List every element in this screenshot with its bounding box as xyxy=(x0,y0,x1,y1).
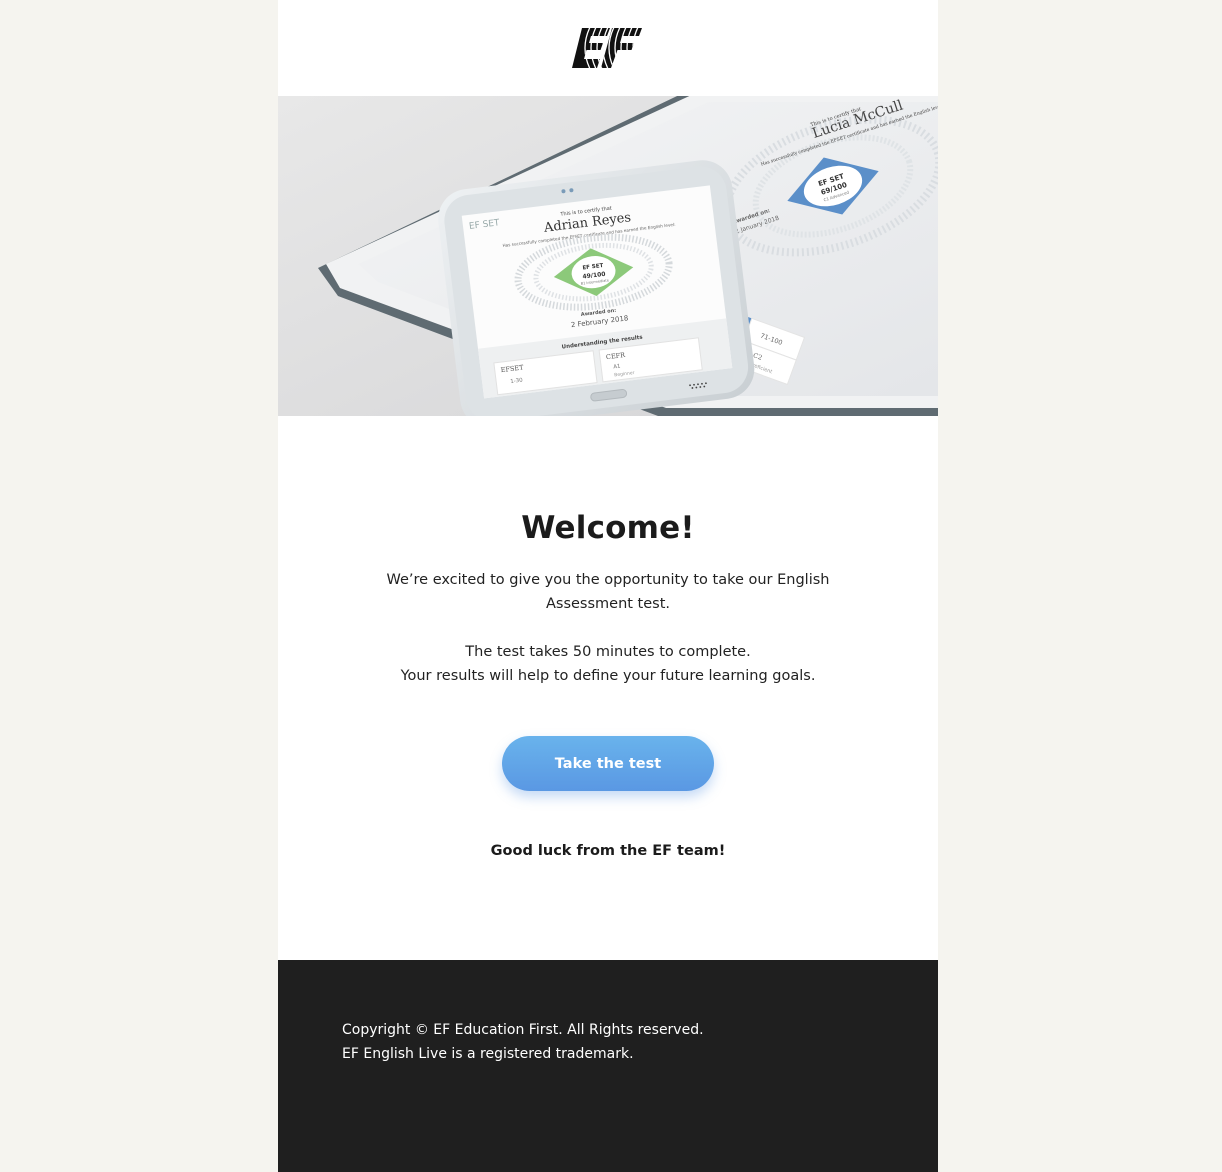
phone-device: EF SET This is to certify that Adrian Re… xyxy=(438,160,755,416)
hero-image: EF SET 69/100 C1 Advanced This is to cer… xyxy=(278,96,938,416)
take-test-button[interactable]: Take the test xyxy=(502,736,714,791)
main-content: Welcome! We’re excited to give you the o… xyxy=(278,416,938,960)
copyright-text: Copyright © EF Education First. All Righ… xyxy=(342,1022,704,1062)
phone-col2-value: A1 xyxy=(613,364,621,371)
page-title: Welcome! xyxy=(521,510,695,546)
intro-text: We’re excited to give you the opportunit… xyxy=(386,572,830,612)
goals-text: Your results will help to define your fu… xyxy=(400,668,816,684)
header xyxy=(278,0,938,96)
email-container: EF SET 69/100 C1 Advanced This is to cer… xyxy=(278,0,938,1172)
devices-illustration: EF SET 69/100 C1 Advanced This is to cer… xyxy=(278,96,938,416)
ef-logo-icon[interactable] xyxy=(572,26,644,70)
footer: Copyright © EF Education First. All Righ… xyxy=(278,960,938,1172)
signoff-text: Good luck from the EF team! xyxy=(490,843,726,859)
duration-text: The test takes 50 minutes to complete. xyxy=(465,644,751,660)
